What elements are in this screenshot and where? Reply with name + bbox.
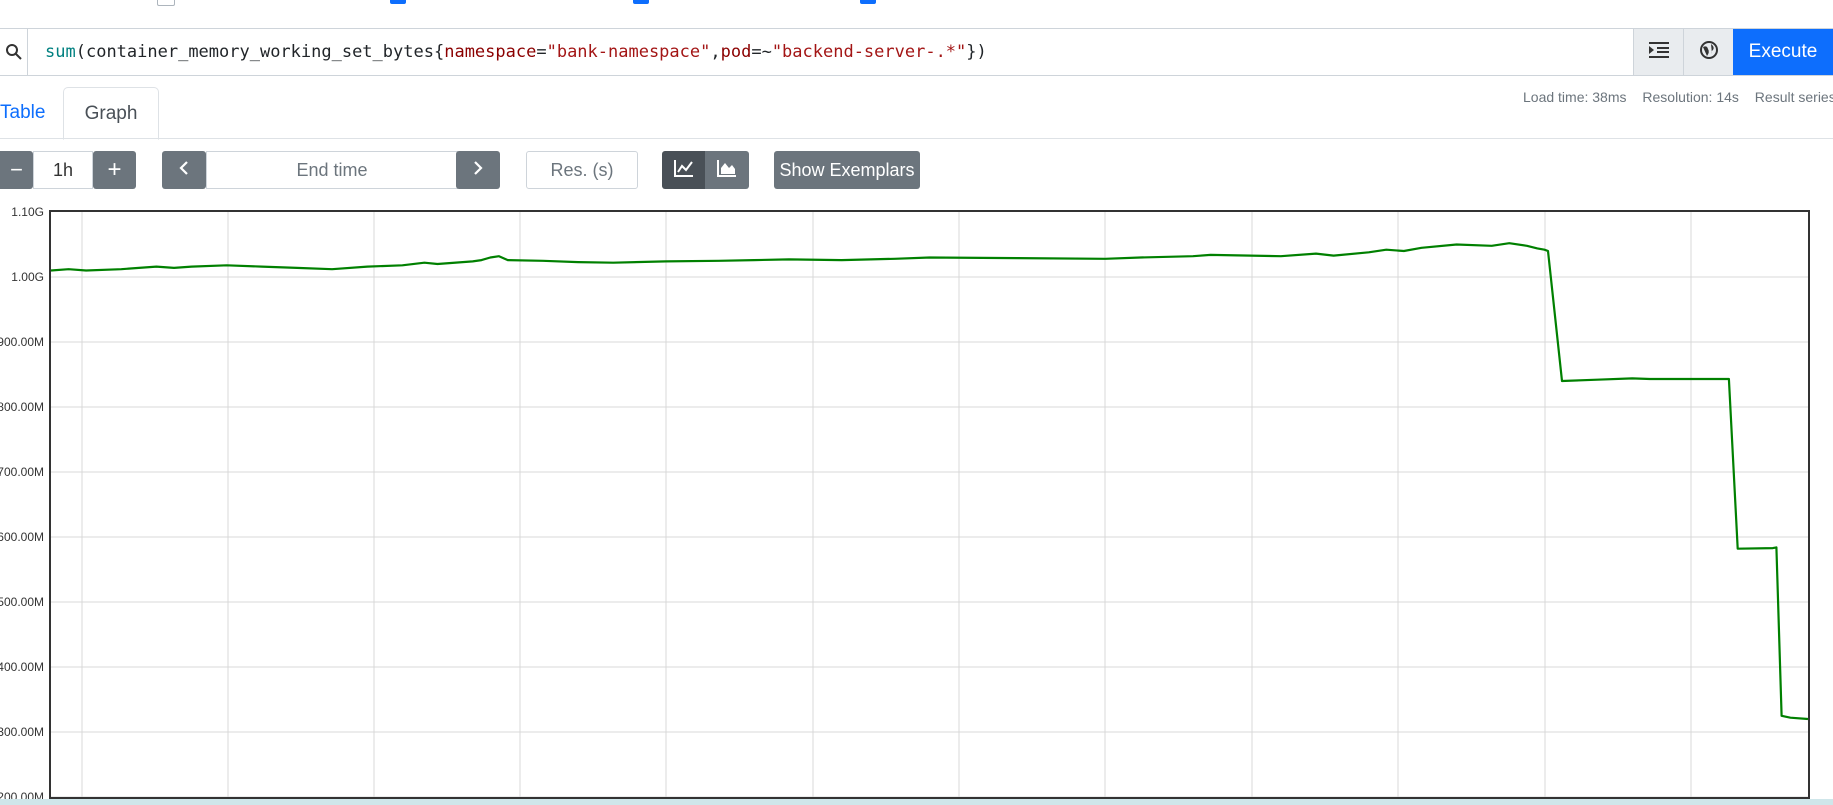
bottom-scroll-area (0, 799, 1833, 805)
show-exemplars-button[interactable]: Show Exemplars (774, 151, 920, 189)
previous-time-button[interactable] (162, 151, 206, 189)
end-time-input[interactable]: End time (206, 151, 458, 189)
y-tick-label: 700.00M (0, 465, 44, 479)
next-time-button[interactable] (456, 151, 500, 189)
query-stats: Load time: 38ms Resolution: 14s Result s… (1523, 89, 1833, 105)
y-tick-label: 600.00M (0, 530, 44, 544)
range-input[interactable]: 1h (33, 151, 93, 189)
y-tick-label: 900.00M (0, 335, 44, 349)
resolution-stat: Resolution: 14s (1642, 89, 1739, 105)
graph-panel: 1.10G 1.00G 900.00M 800.00M 700.00M 600.00M 50… (0, 205, 1833, 804)
area-chart-icon (717, 159, 737, 182)
top-options-strip (0, 0, 1833, 8)
decrease-range-button[interactable]: − (0, 151, 33, 189)
y-tick-label: 300.00M (0, 725, 44, 739)
y-axis-ticks: 1.10G 1.00G 900.00M 800.00M 700.00M 600.00M 50… (0, 205, 44, 804)
tab-table[interactable]: Table (0, 102, 45, 124)
y-tick-label: 400.00M (0, 660, 44, 674)
option-checkbox[interactable] (390, 0, 406, 4)
increase-range-button[interactable]: + (93, 151, 136, 189)
option-checkbox[interactable] (157, 0, 175, 6)
query-expression-input[interactable]: sum(container_memory_working_set_bytes{n… (45, 42, 987, 62)
execute-button[interactable]: Execute (1733, 29, 1833, 75)
metrics-explorer-button[interactable] (1683, 29, 1734, 75)
line-chart-toggle[interactable] (662, 151, 705, 189)
option-checkbox[interactable] (633, 0, 649, 4)
memory-line-chart[interactable]: 1.10G 1.00G 900.00M 800.00M 700.00M 600.00M 50… (0, 205, 1833, 804)
tab-divider (0, 138, 1833, 139)
y-tick-label: 200.00M (0, 790, 44, 799)
format-expression-button[interactable] (1633, 29, 1684, 75)
y-tick-label: 1.00G (11, 270, 44, 284)
search-icon (0, 29, 28, 75)
chevron-left-icon (178, 160, 190, 181)
query-bar: sum(container_memory_working_set_bytes{n… (0, 28, 1833, 76)
chevron-right-icon (472, 160, 484, 181)
option-checkbox[interactable] (860, 0, 876, 4)
resolution-input[interactable]: Res. (s) (526, 151, 638, 189)
tab-graph[interactable]: Graph (63, 87, 159, 140)
series-line-memory[interactable] (50, 242, 1809, 721)
globe-icon (1699, 40, 1719, 65)
y-tick-label: 800.00M (0, 400, 44, 414)
result-series-stat: Result series: 1 (1754, 89, 1833, 105)
indent-icon (1649, 41, 1669, 63)
y-tick-label: 500.00M (0, 595, 44, 609)
stacked-chart-toggle[interactable] (705, 151, 749, 189)
y-tick-label: 1.10G (11, 205, 44, 219)
line-chart-icon (673, 159, 694, 182)
load-time: Load time: 38ms (1523, 89, 1627, 105)
grid (50, 211, 1809, 799)
